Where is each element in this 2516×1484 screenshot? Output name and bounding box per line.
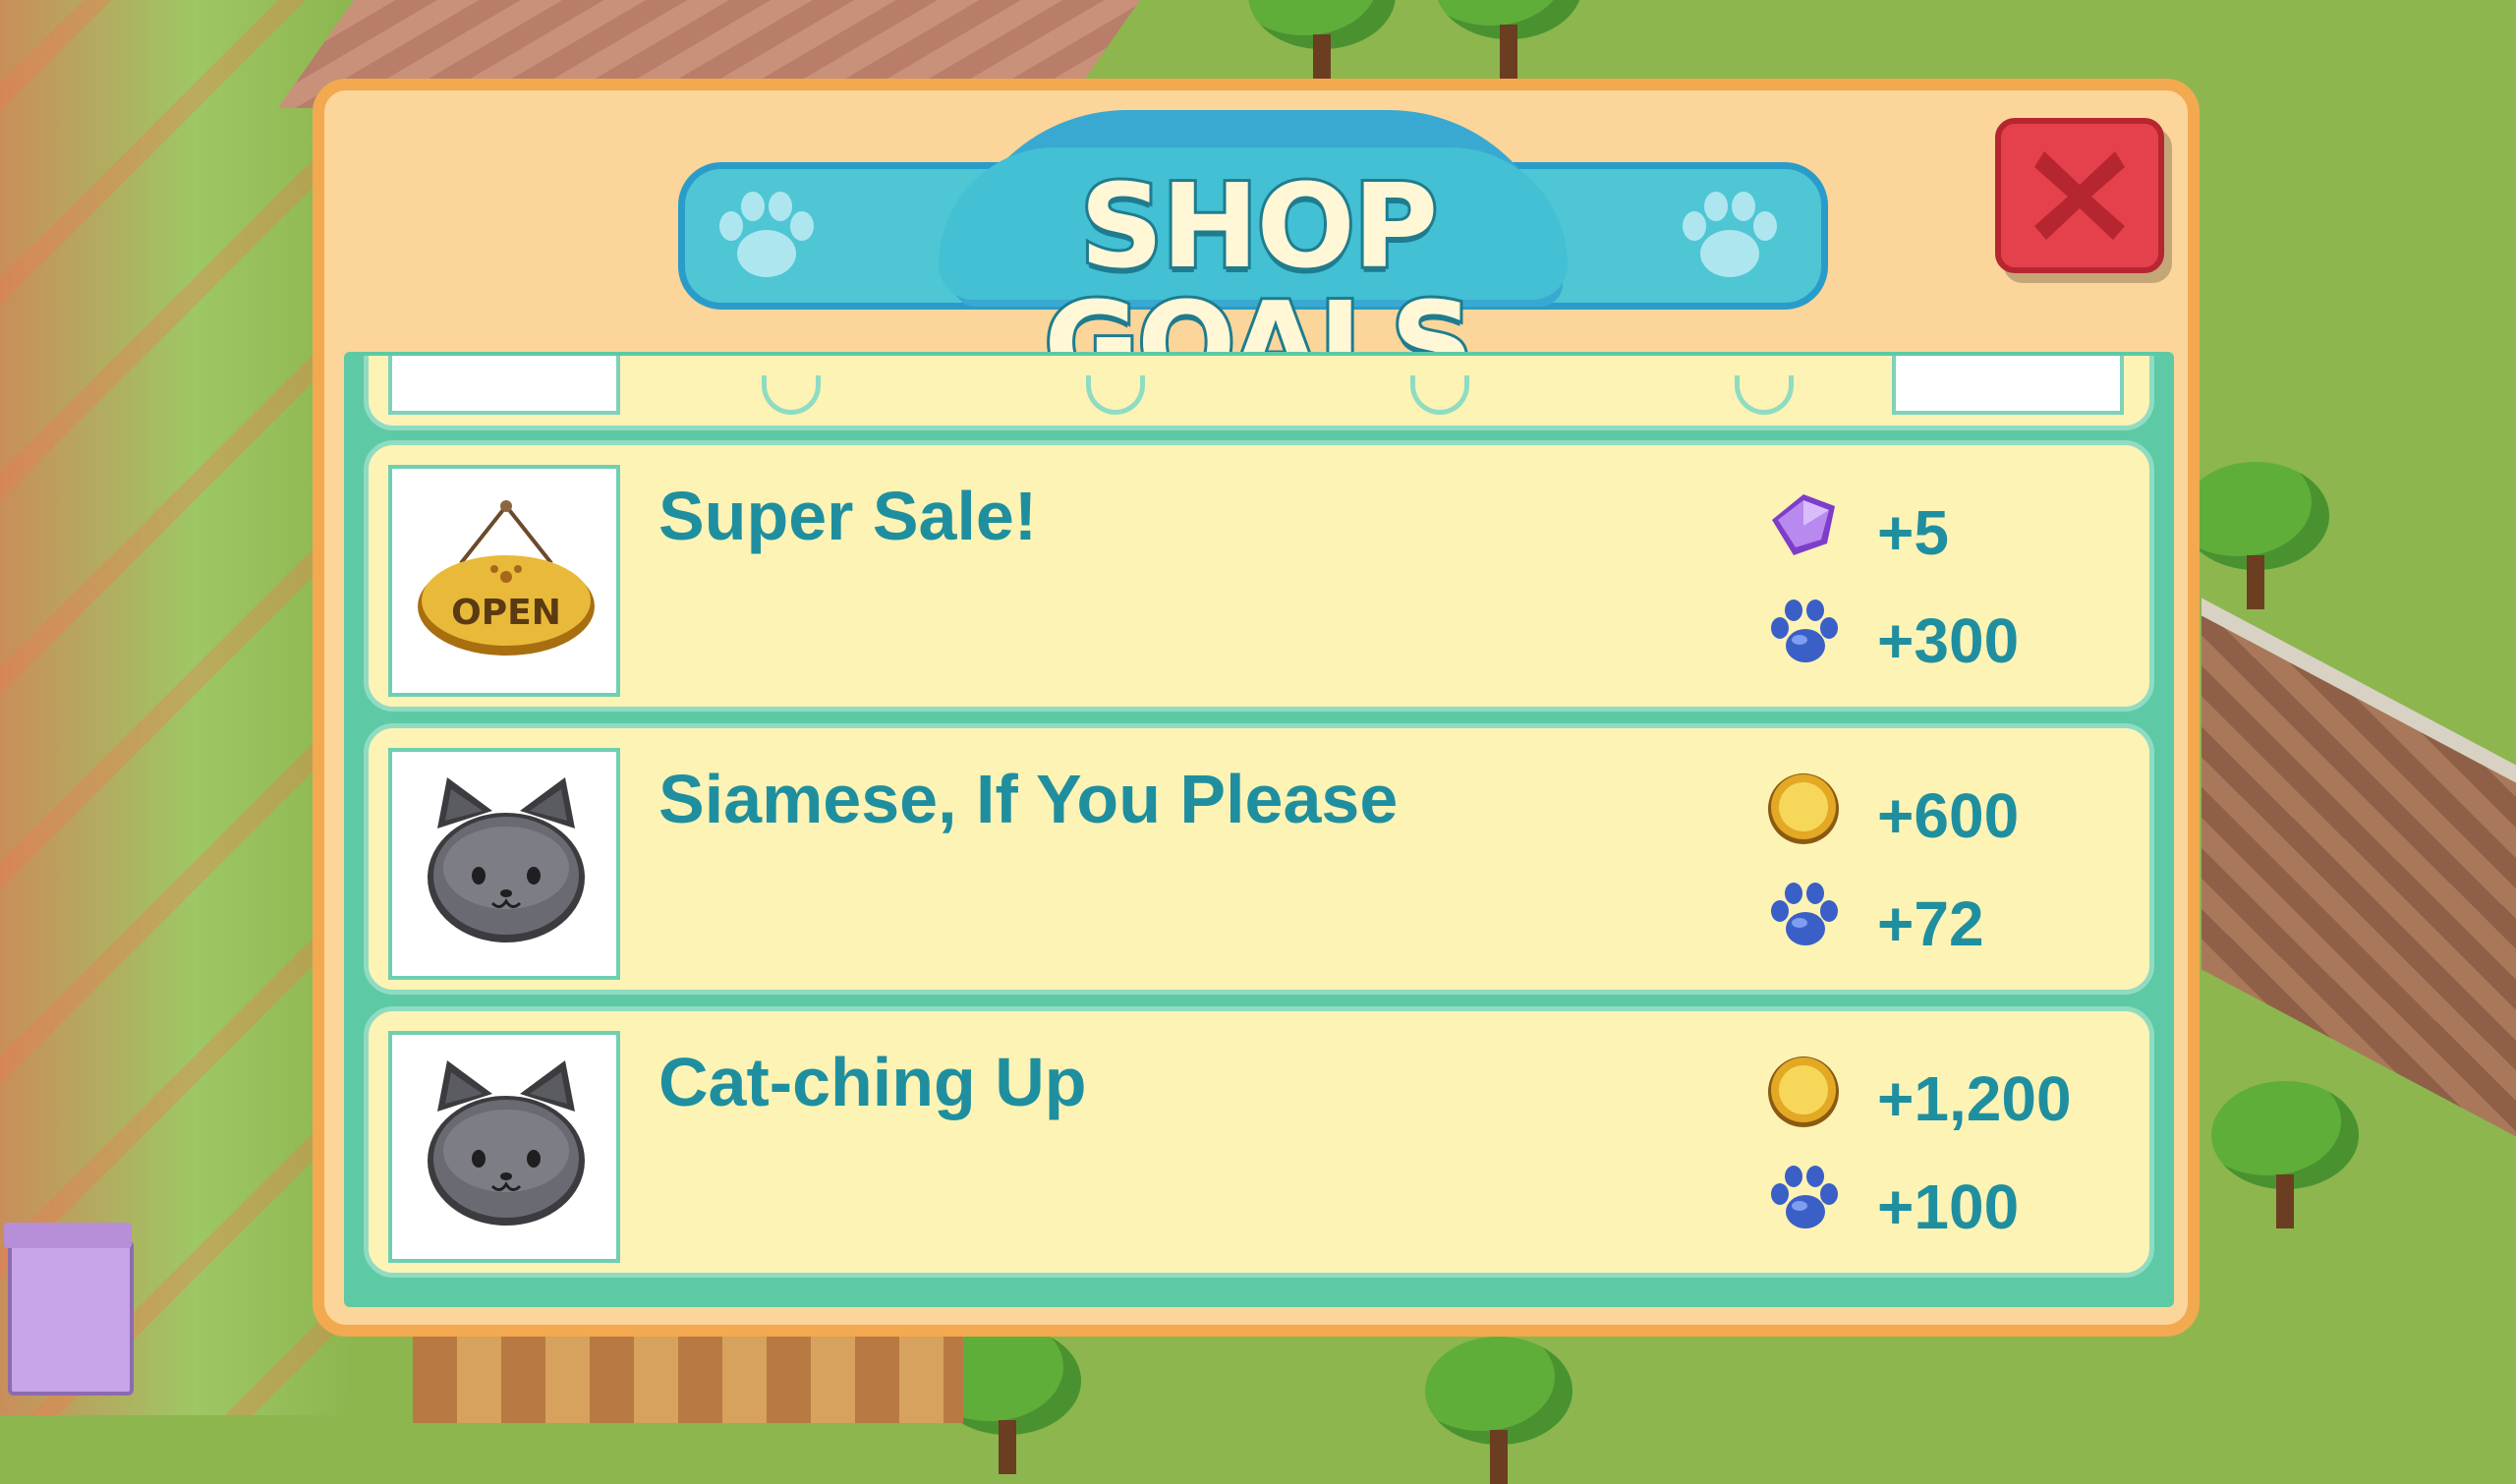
goal-title: Super Sale! <box>658 478 1038 554</box>
goal-title: Siamese, If You Please <box>658 761 1399 837</box>
goal-thumbnail: OPEN <box>388 465 620 697</box>
tree <box>1248 0 1396 88</box>
goal-thumbnail <box>1892 356 2124 415</box>
reward-coins: +1,200 <box>1764 1053 2138 1141</box>
progress-dot <box>1086 375 1145 415</box>
goal-row-siamese[interactable]: Siamese, If You Please +600 +72 <box>364 723 2154 995</box>
goal-row-catching-up[interactable]: Cat-ching Up +1,200 +100 <box>364 1006 2154 1278</box>
reward-value: +300 <box>1877 605 2020 676</box>
shop-floor-background <box>0 0 354 1415</box>
reward-paws: +300 <box>1764 595 2138 683</box>
reward-value: +5 <box>1877 497 1949 568</box>
goal-title: Cat-ching Up <box>658 1044 1087 1120</box>
tree <box>2211 1081 2359 1228</box>
progress-dot <box>1735 375 1794 415</box>
goal-thumbnail <box>388 748 620 980</box>
paw-icon <box>719 192 814 277</box>
cat-icon <box>428 1060 585 1226</box>
reward-paws: +72 <box>1764 878 2138 966</box>
tree <box>1425 1337 1572 1484</box>
paw-icon <box>1771 1166 1838 1228</box>
svg-text:OPEN: OPEN <box>451 593 561 633</box>
coin-icon <box>1768 1056 1839 1127</box>
reward-gems: +5 <box>1764 486 2138 575</box>
progress-dot <box>762 375 821 415</box>
list-item-partial <box>364 356 2154 430</box>
close-x-icon <box>2034 151 2125 240</box>
building <box>4 1223 134 1396</box>
shop-shelf <box>413 1327 963 1423</box>
reward-value: +1,200 <box>1877 1063 2072 1134</box>
open-sign-icon: OPEN <box>418 500 595 656</box>
coin-icon <box>1768 773 1839 844</box>
tree <box>1435 0 1582 79</box>
reward-paws: +100 <box>1764 1161 2138 1249</box>
close-button[interactable] <box>1995 118 2164 273</box>
cat-icon <box>428 777 585 942</box>
paw-icon <box>1771 599 1838 662</box>
goal-thumbnail <box>388 1031 620 1263</box>
reward-value: +100 <box>1877 1171 2020 1242</box>
paw-icon <box>1771 883 1838 945</box>
reward-value: +600 <box>1877 780 2020 851</box>
paw-icon <box>1683 192 1777 277</box>
reward-coins: +600 <box>1764 770 2138 858</box>
goal-row-super-sale[interactable]: OPEN Super Sale! +5 +300 <box>364 440 2154 712</box>
goal-thumbnail <box>388 356 620 415</box>
gem-icon <box>1772 494 1835 555</box>
progress-dot <box>1410 375 1469 415</box>
tree <box>2182 462 2329 609</box>
dialog-title: SHOP GOALS <box>1041 158 1477 412</box>
reward-value: +72 <box>1877 888 1984 959</box>
